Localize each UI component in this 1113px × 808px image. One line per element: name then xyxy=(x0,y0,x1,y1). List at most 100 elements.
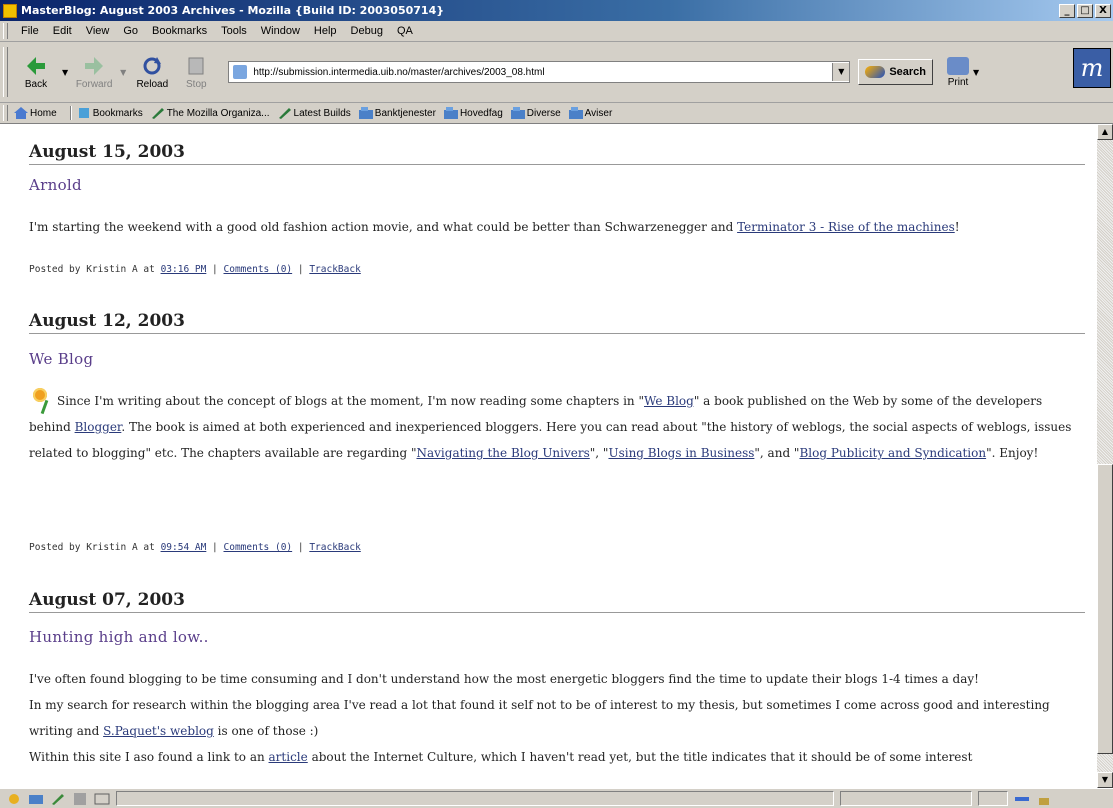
print-dropdown-icon[interactable]: ▼ xyxy=(973,68,979,77)
posted-by-text: Posted by Kristin A at xyxy=(29,542,161,553)
bookmark-folder-banktjenester[interactable]: Banktjenester xyxy=(358,107,436,119)
trackback-link[interactable]: TrackBack xyxy=(309,264,360,275)
search-button[interactable]: Search xyxy=(858,59,934,85)
entry-text: ", and " xyxy=(754,446,800,460)
back-dropdown-icon[interactable]: ▼ xyxy=(62,68,68,77)
reload-button[interactable]: Reload xyxy=(130,55,174,90)
entry-text: I've often found blogging to be time con… xyxy=(29,672,979,686)
bookmark-folder-aviser[interactable]: Aviser xyxy=(568,107,612,119)
maximize-button[interactable]: □ xyxy=(1077,3,1093,18)
navigation-toolbar: Back ▼ Forward ▼ Reload Stop ▼ Search Pr… xyxy=(0,42,1113,103)
reload-icon xyxy=(143,56,162,74)
bookmark-latest-builds[interactable]: Latest Builds xyxy=(278,107,351,119)
menu-debug[interactable]: Debug xyxy=(344,25,390,37)
navigator-icon[interactable] xyxy=(6,792,22,806)
entry-text: is one of those :) xyxy=(213,724,319,738)
page-content: August 15, 2003 Arnold I'm starting the … xyxy=(0,124,1097,788)
page-proxy-icon[interactable] xyxy=(233,65,248,79)
mozilla-throbber[interactable]: m xyxy=(1073,48,1111,88)
bookmark-pen-icon xyxy=(278,108,291,119)
vertical-scrollbar[interactable]: ▲ ▼ xyxy=(1097,124,1113,788)
stop-label: Stop xyxy=(186,78,207,90)
print-button[interactable]: Print xyxy=(947,56,970,88)
reload-label: Reload xyxy=(136,78,169,90)
bookmark-bookmarks[interactable]: Bookmarks xyxy=(77,107,143,119)
search-label: Search xyxy=(889,66,927,78)
menu-qa[interactable]: QA xyxy=(390,25,420,37)
status-text-panel xyxy=(116,791,834,806)
article-link[interactable]: article xyxy=(269,750,308,764)
entry-body: I've often found blogging to be time con… xyxy=(29,666,1079,770)
blogs-in-business-link[interactable]: Using Blogs in Business xyxy=(608,446,754,460)
folder-icon xyxy=(358,107,373,119)
bookmark-folder-diverse[interactable]: Diverse xyxy=(510,107,561,119)
menu-edit[interactable]: Edit xyxy=(46,25,79,37)
entry-date: August 12, 2003 xyxy=(29,311,1085,334)
search-icon xyxy=(865,66,886,78)
scroll-thumb[interactable] xyxy=(1097,464,1113,754)
folder-icon xyxy=(568,107,583,119)
close-button[interactable]: X xyxy=(1095,3,1111,18)
forward-button[interactable]: Forward xyxy=(72,55,116,90)
minimize-button[interactable]: _ xyxy=(1059,3,1075,18)
bookmark-home[interactable]: Home xyxy=(14,107,57,119)
printer-icon xyxy=(947,56,970,75)
lock-icon xyxy=(1039,797,1049,805)
entry-text: about the Internet Culture, which I have… xyxy=(307,750,973,764)
url-dropdown-icon[interactable]: ▼ xyxy=(832,63,850,81)
scroll-down-icon[interactable]: ▼ xyxy=(1097,772,1113,788)
comments-link[interactable]: Comments (0) xyxy=(224,264,293,275)
permalink[interactable]: 09:54 AM xyxy=(161,542,207,553)
toolbar-grip[interactable] xyxy=(3,23,8,39)
entry-body: I'm starting the weekend with a good old… xyxy=(29,214,1079,240)
menu-tools[interactable]: Tools xyxy=(214,25,254,37)
chatzilla-icon[interactable] xyxy=(94,792,110,806)
menu-help[interactable]: Help xyxy=(307,25,344,37)
blog-publicity-link[interactable]: Blog Publicity and Syndication xyxy=(799,446,986,460)
scroll-up-icon[interactable]: ▲ xyxy=(1097,124,1113,140)
bookmark-folder-hovedfag[interactable]: Hovedfag xyxy=(443,107,503,119)
url-bar[interactable]: ▼ xyxy=(228,61,851,83)
bookmark-mozilla-org[interactable]: The Mozilla Organiza... xyxy=(151,107,270,119)
stop-button[interactable]: Stop xyxy=(174,55,218,90)
we-blog-link[interactable]: We Blog xyxy=(644,394,694,408)
entry-text: ! xyxy=(954,220,960,234)
terminator-link[interactable]: Terminator 3 - Rise of the machines xyxy=(737,220,955,234)
mail-icon[interactable] xyxy=(28,792,44,806)
blogger-link[interactable]: Blogger xyxy=(75,420,122,434)
flower-icon xyxy=(29,386,53,415)
stop-icon xyxy=(188,57,204,74)
entry-date: August 07, 2003 xyxy=(29,590,1085,613)
mozilla-app-icon xyxy=(3,3,17,18)
permalink[interactable]: 03:16 PM xyxy=(161,264,207,275)
online-status-icon[interactable] xyxy=(1014,792,1030,806)
bookmark-label: Banktjenester xyxy=(374,107,436,119)
spaquet-weblog-link[interactable]: S.Paquet's weblog xyxy=(103,724,214,738)
entry-text: Within this site I aso found a link to a… xyxy=(29,750,269,764)
trackback-link[interactable]: TrackBack xyxy=(309,542,360,553)
menu-view[interactable]: View xyxy=(79,25,117,37)
entry-text: Since I'm writing about the concept of b… xyxy=(57,394,644,408)
separator: | xyxy=(206,542,224,553)
url-input[interactable] xyxy=(251,65,833,79)
comments-link[interactable]: Comments (0) xyxy=(224,542,293,553)
separator: | xyxy=(206,264,224,275)
back-button[interactable]: Back xyxy=(14,55,58,90)
menu-window[interactable]: Window xyxy=(254,25,307,37)
posted-by-text: Posted by Kristin A at xyxy=(29,264,161,275)
menu-file[interactable]: File xyxy=(14,25,46,37)
composer-icon[interactable] xyxy=(50,792,66,806)
separator: | xyxy=(292,264,310,275)
forward-label: Forward xyxy=(75,78,113,90)
separator: | xyxy=(292,542,310,553)
address-book-icon[interactable] xyxy=(72,792,88,806)
forward-dropdown-icon[interactable]: ▼ xyxy=(120,68,126,77)
navigating-blog-link[interactable]: Navigating the Blog Univers xyxy=(416,446,589,460)
toolbar-grip[interactable] xyxy=(3,105,8,121)
menu-bookmarks[interactable]: Bookmarks xyxy=(145,25,214,37)
progress-panel xyxy=(840,791,972,806)
menu-go[interactable]: Go xyxy=(116,25,145,37)
entry-title: We Blog xyxy=(29,350,94,368)
toolbar-grip[interactable] xyxy=(3,47,8,97)
home-icon xyxy=(14,107,28,119)
